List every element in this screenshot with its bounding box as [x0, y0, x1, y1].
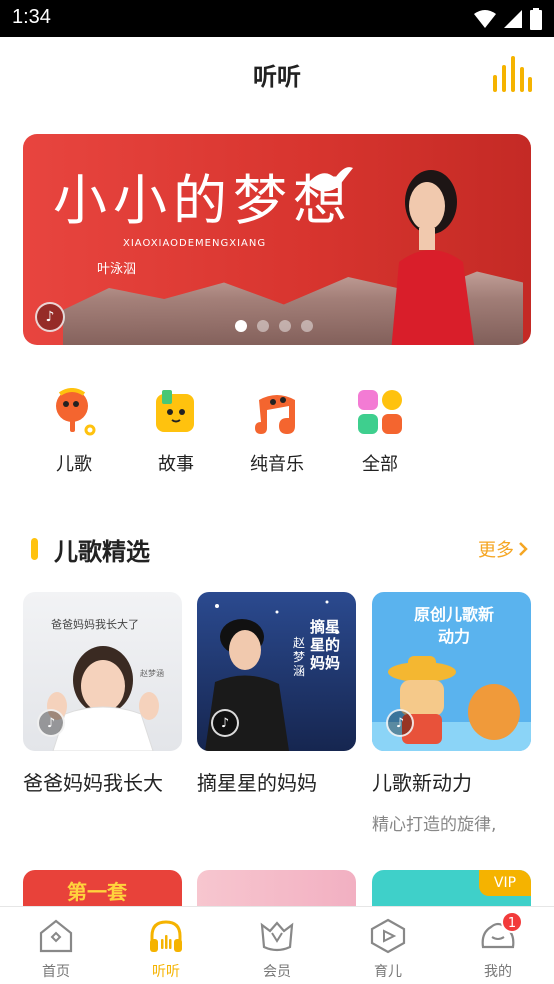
section-accent-bar: [31, 538, 38, 560]
equalizer-icon[interactable]: [492, 55, 532, 93]
song-cover: 爸爸妈妈我长大了 赵梦涵 ♪: [23, 592, 182, 751]
category-label: 纯音乐: [250, 454, 304, 475]
vip-badge: VIP: [479, 870, 531, 896]
battery-icon: [530, 8, 542, 30]
home-icon: [39, 919, 73, 953]
music-note-icon: [255, 395, 295, 434]
section-title: 儿歌精选: [54, 538, 150, 566]
song-title: 爸爸妈妈我长大: [23, 771, 163, 795]
song-card-partial[interactable]: 第一套: [23, 870, 182, 910]
category-label: 故事: [158, 454, 194, 475]
signal-icon: [504, 10, 522, 28]
parenting-icon: [370, 918, 406, 954]
song-card[interactable]: 原创儿歌新动力 ♪ 儿歌新动力 精心打造的旋律,: [372, 592, 531, 835]
song-title: 儿歌新动力: [372, 771, 472, 795]
cover-text: 原创儿歌新动力: [413, 605, 494, 646]
music-note-icon: ♪: [386, 709, 414, 737]
page-header: 听听: [0, 37, 554, 111]
category-stories[interactable]: 故事: [126, 388, 226, 476]
pagination-dot[interactable]: [301, 320, 313, 332]
page-title: 听听: [253, 63, 301, 91]
song-card[interactable]: 爸爸妈妈我长大了 赵梦涵 ♪ 爸爸妈妈我长大: [23, 592, 182, 796]
category-label: 全部: [362, 454, 398, 475]
cover-caption: 赵梦涵: [140, 669, 164, 678]
song-description: 精心打造的旋律,: [372, 815, 497, 835]
bottom-tab-bar: 首页 听听 会员 育儿 1 我的: [0, 906, 554, 984]
more-link[interactable]: 更多: [478, 536, 528, 562]
tab-label: 我的: [484, 964, 512, 980]
cover-text: 摘星星的妈妈: [310, 618, 341, 672]
cover-caption: 赵梦涵: [293, 636, 306, 678]
song-card-partial[interactable]: VIP: [372, 870, 531, 910]
headphones-icon: [150, 920, 182, 952]
cover-text: 爸爸妈妈我长大了: [51, 618, 139, 631]
maraca-icon: [56, 388, 96, 436]
promo-banner[interactable]: 小小的梦想 XIAOXIAODEMENGXIANG 叶泳泅 ♪: [23, 134, 531, 345]
tab-label: 首页: [42, 964, 70, 980]
pagination-dot[interactable]: [235, 320, 247, 332]
chevron-right-icon: [519, 542, 528, 556]
category-row: 儿歌 故事 纯音乐 全部: [0, 388, 554, 478]
pagination-dot[interactable]: [257, 320, 269, 332]
tab-home[interactable]: 首页: [16, 917, 96, 981]
notification-badge: 1: [501, 911, 523, 933]
tab-label: 育儿: [374, 964, 402, 980]
dove-icon: [307, 167, 353, 192]
cover-text: 第一套: [67, 880, 127, 904]
song-cover: 原创儿歌新动力 ♪: [372, 592, 531, 751]
song-card[interactable]: 摘星星的妈妈 赵梦涵 ♪ 摘星星的妈妈: [197, 592, 356, 796]
banner-singer: 叶泳泅: [97, 262, 137, 277]
music-note-icon: ♪: [35, 302, 65, 332]
banner-girl-image: [391, 170, 475, 345]
status-time: 1:34: [12, 6, 51, 28]
tab-label: 听听: [152, 964, 180, 980]
category-label: 儿歌: [56, 454, 92, 475]
status-bar: 1:34: [0, 0, 554, 37]
music-note-icon: ♪: [37, 709, 65, 737]
banner-subtitle: XIAOXIAODEMENGXIANG: [123, 238, 267, 249]
grid-icon: [358, 390, 402, 434]
category-nursery-rhymes[interactable]: 儿歌: [24, 388, 124, 476]
category-all[interactable]: 全部: [330, 388, 430, 476]
song-card-partial[interactable]: [197, 870, 356, 910]
section-header: 儿歌精选 更多: [0, 530, 554, 566]
song-cover: 摘星星的妈妈 赵梦涵 ♪: [197, 592, 356, 751]
banner-pagination: [235, 320, 313, 332]
category-pure-music[interactable]: 纯音乐: [227, 388, 327, 476]
music-note-icon: ♪: [211, 709, 239, 737]
cover-child-image: [47, 646, 159, 751]
song-title: 摘星星的妈妈: [197, 771, 317, 795]
tab-label: 会员: [263, 964, 291, 980]
book-icon: [156, 390, 194, 432]
tab-parenting[interactable]: 育儿: [348, 917, 428, 981]
more-label: 更多: [478, 540, 514, 561]
vip-crown-icon: [260, 921, 294, 952]
tab-vip[interactable]: 会员: [237, 917, 317, 981]
status-icons: [474, 8, 542, 30]
tab-listen[interactable]: 听听: [126, 917, 206, 981]
wifi-icon: [474, 10, 496, 28]
tab-profile[interactable]: 1 我的: [458, 911, 538, 981]
pagination-dot[interactable]: [279, 320, 291, 332]
